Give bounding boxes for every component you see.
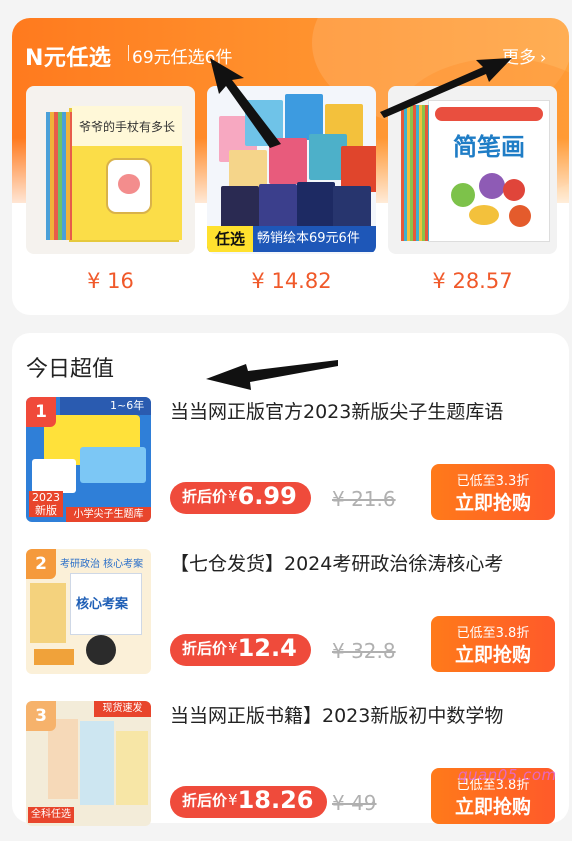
deal-thumbnail: 现货速发 全科任选 3: [26, 701, 151, 826]
book-cover-title: 爷爷的手杖有多长: [78, 120, 175, 134]
today-title: 今日超值: [26, 357, 115, 382]
book-cover-title: 简笔画: [453, 132, 525, 161]
deal-title: 当当网正版书籍】2023新版初中数学物: [170, 705, 504, 727]
rank-badge: 3: [26, 701, 56, 731]
rank-badge: 1: [26, 397, 56, 427]
featured-product-3[interactable]: 简笔画: [388, 86, 557, 254]
featured-product-2[interactable]: 任选 畅销绘本69元6件: [207, 86, 376, 254]
original-price: ¥ 21.6: [332, 487, 396, 511]
n-yuan-section: N元任选 69元任选6件 更多 › 爷爷的手杖有多长 ¥ 16 任选 畅销绘本6…: [12, 18, 569, 315]
featured-price-3: ¥ 28.57: [432, 269, 513, 293]
featured-price-2: ¥ 14.82: [251, 269, 332, 293]
thumb-caption: 小学尖子生题库: [66, 507, 151, 522]
watermark: quan05.com: [458, 766, 557, 784]
currency-symbol: ¥: [228, 791, 238, 809]
product-image: 爷爷的手杖有多长: [46, 106, 182, 240]
product-image: 简笔画: [401, 100, 550, 242]
discount-label: 折后价: [182, 639, 228, 658]
buy-now-button[interactable]: 已低至3.3折 立即抢购: [431, 464, 555, 520]
title-divider: [128, 45, 129, 61]
discount-rate: 已低至3.3折: [456, 474, 530, 489]
chevron-right-icon: ›: [540, 48, 547, 67]
section-title: N元任选: [25, 46, 112, 71]
discount-price: 18.26: [237, 786, 314, 814]
today-deals-section: 今日超值 1~6年级 2023 新版 小学尖子生题库 1 当当网正版官方2023…: [12, 333, 569, 826]
thumb-caption: 全科任选: [28, 807, 74, 823]
discount-price: 12.4: [237, 634, 297, 662]
promo-tag-right: 畅销绘本69元6件: [257, 231, 360, 246]
discount-price-pill: 折后价¥18.26: [170, 786, 328, 818]
currency-symbol: ¥: [228, 639, 238, 657]
discount-price: 6.99: [237, 482, 297, 510]
buy-now-label: 立即抢购: [454, 796, 531, 818]
thumb-year: 2023 新版: [29, 491, 63, 517]
currency-symbol: ¥: [228, 487, 238, 505]
discount-label: 折后价: [182, 791, 228, 810]
discount-label: 折后价: [182, 487, 228, 506]
deal-item[interactable]: 考研政治 核心考案 核心考案 2 【七仓发货】2024考研政治徐涛核心考 折后价…: [12, 549, 569, 689]
promo-tag-left: 任选: [207, 226, 253, 252]
more-label: 更多: [502, 48, 536, 68]
deal-thumbnail: 1~6年级 2023 新版 小学尖子生题库 1: [26, 397, 151, 522]
promo-tag: 任选 畅销绘本69元6件: [207, 226, 376, 252]
deal-item[interactable]: 1~6年级 2023 新版 小学尖子生题库 1 当当网正版官方2023新版尖子生…: [12, 397, 569, 537]
featured-product-1[interactable]: 爷爷的手杖有多长: [26, 86, 195, 254]
product-image: [215, 94, 376, 232]
original-price: ¥ 32.8: [332, 639, 396, 663]
discount-price-pill: 折后价¥12.4: [170, 634, 311, 666]
deal-thumbnail: 考研政治 核心考案 核心考案 2: [26, 549, 151, 674]
thumb-top: 现货速发: [94, 701, 151, 717]
buy-now-label: 立即抢购: [454, 492, 531, 514]
discount-rate: 已低至3.8折: [456, 626, 530, 641]
rank-badge: 2: [26, 549, 56, 579]
discount-price-pill: 折后价¥6.99: [170, 482, 311, 514]
deal-title: 当当网正版官方2023新版尖子生题库语: [170, 401, 504, 423]
original-price: ¥ 49: [332, 791, 377, 815]
thumb-top: 考研政治 核心考案: [60, 559, 144, 570]
thumb-caption: 核心考案: [76, 597, 129, 612]
more-link[interactable]: 更多 ›: [502, 43, 546, 68]
featured-price-1: ¥ 16: [87, 269, 134, 293]
buy-now-button[interactable]: 已低至3.8折 立即抢购: [431, 616, 555, 672]
buy-now-label: 立即抢购: [454, 644, 531, 666]
deal-title: 【七仓发货】2024考研政治徐涛核心考: [170, 553, 504, 575]
section-subtitle: 69元任选6件: [132, 48, 233, 68]
